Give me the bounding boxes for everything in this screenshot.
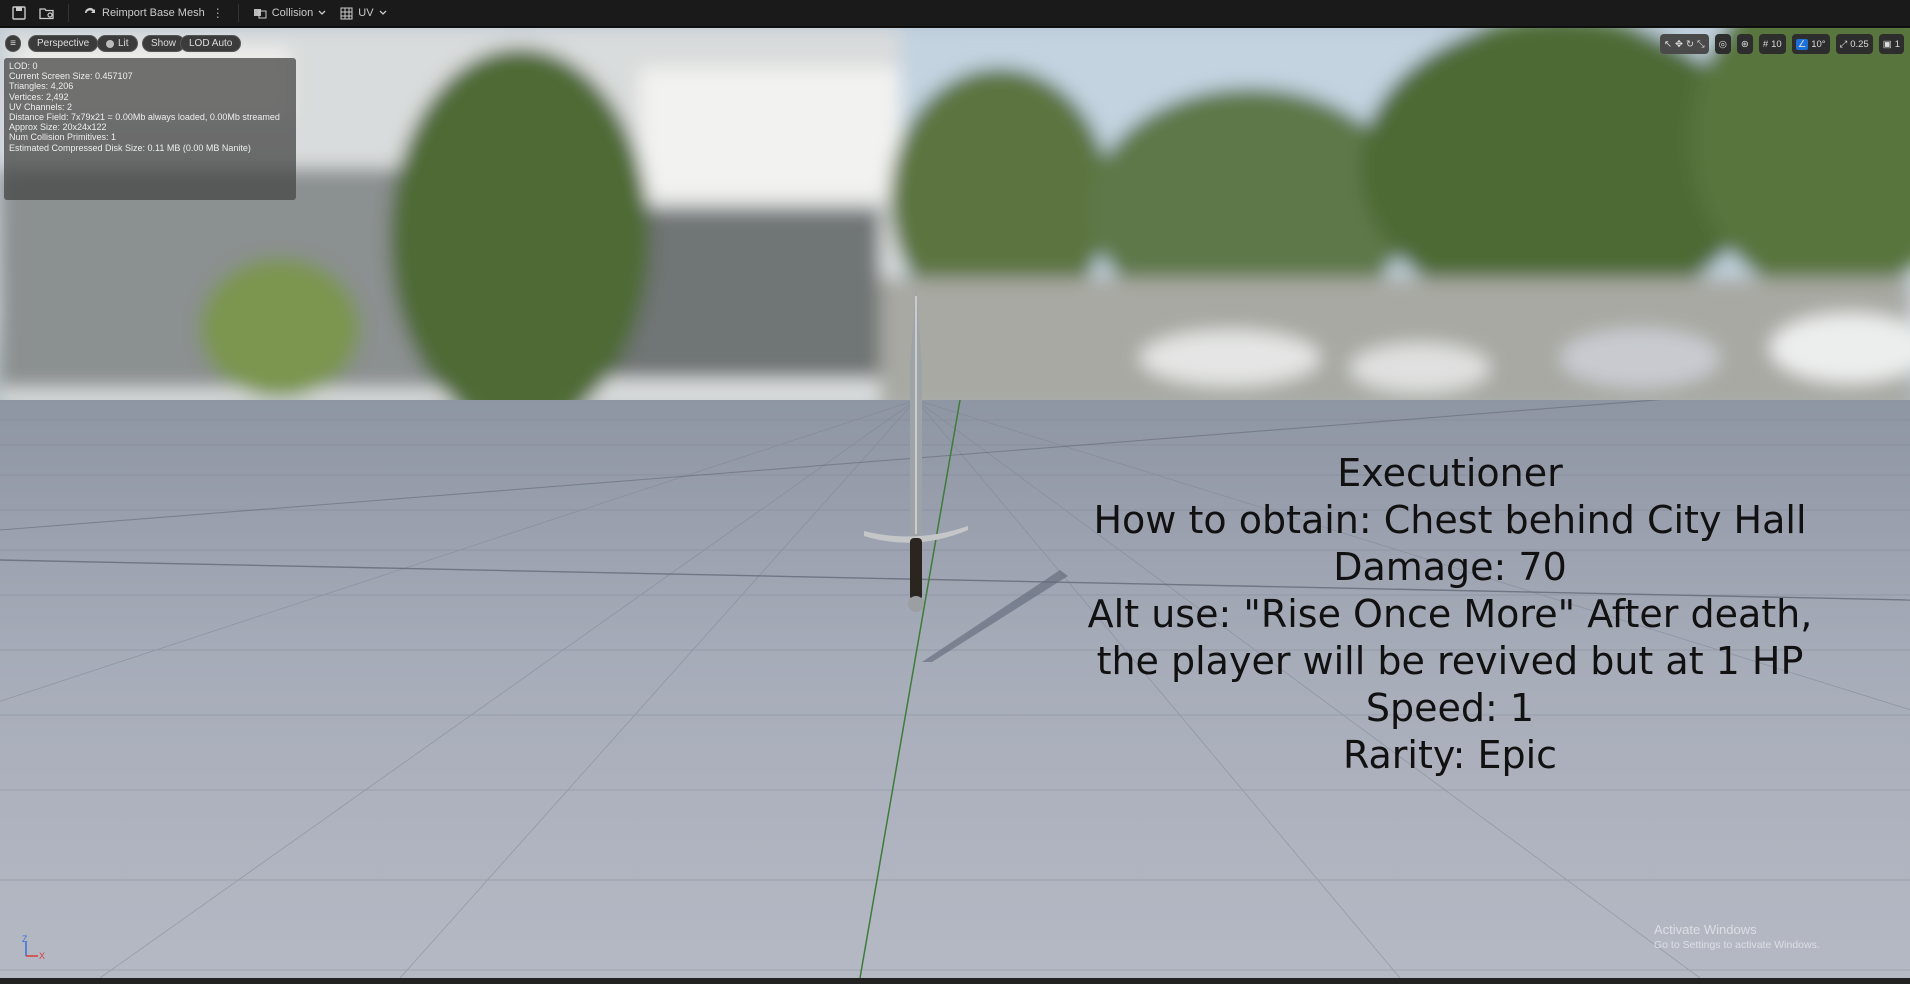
- chevron-down-icon: [318, 10, 326, 15]
- collision-icon: [253, 9, 267, 19]
- camera-speed-value: 1: [1894, 38, 1900, 50]
- viewport-tools: ↖ ✥ ↻ ⤡ ◎ ⊛ # 10 ∠ 10° ⤢ 0.25 ▣ 1: [1660, 34, 1904, 54]
- item-rarity: Rarity: Epic: [1342, 733, 1558, 777]
- axis-z-label: Z: [22, 934, 28, 944]
- scale-snap-button[interactable]: ⤢ 0.25: [1835, 34, 1873, 54]
- rotation-snap-icon: ∠: [1795, 38, 1809, 50]
- perspective-label: Perspective: [37, 38, 90, 49]
- show-label: Show: [151, 38, 177, 49]
- scale-snap-icon: ⤢: [1839, 38, 1848, 50]
- lod-label: LOD Auto: [189, 38, 233, 49]
- reimport-icon: [85, 7, 95, 13]
- reimport-base-mesh-button[interactable]: Reimport Base Mesh ⋮: [79, 2, 228, 24]
- chevron-down-icon: [379, 10, 387, 15]
- item-name: Executioner: [1337, 451, 1563, 495]
- translate-icon[interactable]: ✥: [1675, 39, 1683, 50]
- stat-screen-size: Current Screen Size: 0.457107: [9, 71, 133, 82]
- item-info-text: Executioner How to obtain: Chest behind …: [1040, 450, 1860, 779]
- world-icon: ◎: [1718, 38, 1727, 50]
- stat-distance-field: Distance Field: 7x79x21 = 0.00Mb always …: [9, 112, 280, 123]
- browse-asset-icon[interactable]: [36, 2, 58, 24]
- reimport-label: Reimport Base Mesh: [102, 7, 205, 19]
- item-speed: Speed: 1: [1365, 686, 1535, 730]
- axis-x-label: X: [39, 951, 45, 960]
- show-button[interactable]: Show: [142, 35, 186, 52]
- perspective-button[interactable]: Perspective: [28, 35, 99, 52]
- collision-label: Collision: [271, 7, 314, 19]
- surface-snap-icon: ⊛: [1740, 38, 1749, 50]
- viewport-menu-button[interactable]: ≡: [5, 35, 21, 52]
- lit-button[interactable]: Lit: [97, 35, 138, 52]
- grid-snap-icon: #: [1762, 38, 1769, 50]
- rotate-icon[interactable]: ↻: [1686, 39, 1694, 50]
- mesh-stats-overlay: LOD: 0 Current Screen Size: 0.457107 Tri…: [4, 58, 296, 200]
- editor-toolbar: Reimport Base Mesh ⋮ Collision UV: [0, 0, 1910, 27]
- uv-grid-icon: [340, 7, 353, 19]
- uv-menu-button[interactable]: UV: [336, 2, 390, 24]
- coordinate-space-button[interactable]: ◎: [1714, 34, 1731, 54]
- transform-tools: ↖ ✥ ↻ ⤡: [1660, 34, 1709, 54]
- lod-button[interactable]: LOD Auto: [180, 35, 242, 52]
- item-alt-use-line-2: the player will be revived but at 1 HP: [1096, 639, 1804, 683]
- grid-snap-button[interactable]: # 10: [1758, 34, 1786, 54]
- item-alt-use-line-1: Alt use: "Rise Once More" After death,: [1087, 592, 1813, 636]
- item-damage: Damage: 70: [1333, 545, 1567, 589]
- axis-gizmo: Z X: [18, 934, 48, 963]
- toolbar-divider: [237, 4, 239, 22]
- hamburger-icon: ≡: [10, 38, 16, 49]
- camera-speed-button[interactable]: ▣ 1: [1878, 34, 1904, 54]
- stat-approx-size: Approx Size: 20x24x122: [9, 122, 107, 133]
- rotation-snap-value: 10°: [1811, 38, 1826, 50]
- stat-uv-channels: UV Channels: 2: [9, 101, 73, 112]
- scale-icon[interactable]: ⤡: [1697, 39, 1705, 50]
- select-icon[interactable]: ↖: [1664, 39, 1672, 50]
- save-icon[interactable]: [8, 2, 30, 24]
- rotation-snap-button[interactable]: ∠ 10°: [1791, 34, 1830, 54]
- reimport-options-icon[interactable]: ⋮: [212, 6, 224, 20]
- stat-vertices: Vertices: 2,492: [9, 91, 69, 102]
- sword-mesh[interactable]: [856, 286, 976, 666]
- stat-triangles: Triangles: 4,206: [9, 81, 74, 92]
- collision-menu-button[interactable]: Collision: [249, 2, 331, 24]
- grid-snap-value: 10: [1771, 38, 1782, 50]
- item-obtain: How to obtain: Chest behind City Hall: [1093, 498, 1807, 542]
- scale-snap-value: 0.25: [1850, 38, 1869, 50]
- stat-lod: LOD: 0: [9, 61, 38, 71]
- surface-snap-button[interactable]: ⊛: [1736, 34, 1753, 54]
- lit-label: Lit: [118, 38, 129, 49]
- lit-sphere-icon: [106, 39, 114, 48]
- toolbar-divider: [68, 4, 69, 22]
- watermark-subtitle: Go to Settings to activate Windows.: [1654, 939, 1820, 951]
- mesh-viewport[interactable]: ≡ Perspective Lit Show LOD Auto LOD: 0 C…: [0, 28, 1910, 978]
- uv-label: UV: [358, 7, 374, 19]
- activate-windows-watermark: Activate Windows Go to Settings to activ…: [1654, 922, 1820, 951]
- camera-icon: ▣: [1882, 38, 1892, 50]
- bottom-bar: [0, 978, 1910, 984]
- stat-disk-size: Estimated Compressed Disk Size: 0.11 MB …: [9, 142, 251, 153]
- watermark-title: Activate Windows: [1654, 922, 1757, 937]
- stat-collision-primitives: Num Collision Primitives: 1: [9, 132, 117, 143]
